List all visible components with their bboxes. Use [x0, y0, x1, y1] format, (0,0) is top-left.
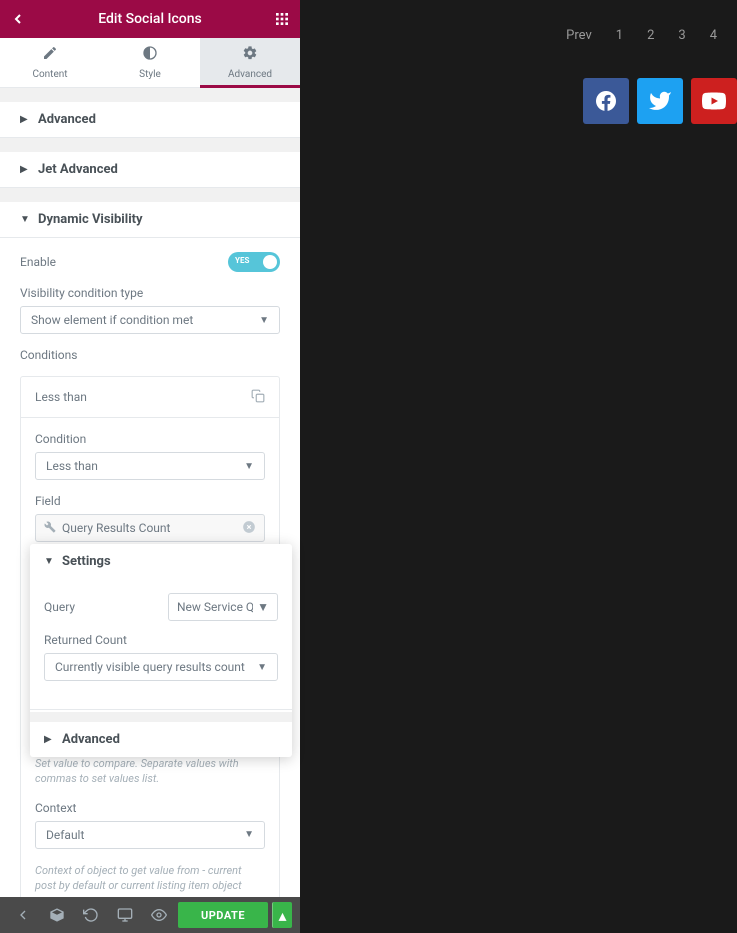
condition-select[interactable]: Less than ▼: [35, 452, 265, 480]
pagination-page[interactable]: 4: [710, 28, 717, 43]
section-dynamic-visibility[interactable]: ▼ Dynamic Visibility: [0, 202, 300, 238]
pagination-page[interactable]: 3: [678, 28, 685, 43]
chevron-down-icon: ▼: [259, 315, 269, 326]
history-icon[interactable]: [76, 901, 106, 929]
pencil-icon: [42, 45, 58, 65]
query-select[interactable]: New Service Que ▼: [168, 593, 278, 621]
copy-icon[interactable]: [251, 389, 265, 406]
dynamic-tag-popover: ▼ Settings Query New Service Que ▼ Retur…: [30, 544, 292, 757]
value-help: Set value to compare. Separate values wi…: [35, 756, 265, 787]
tab-style[interactable]: Style: [100, 38, 200, 87]
pagination-page[interactable]: 2: [647, 28, 654, 43]
enable-label: Enable: [20, 255, 56, 269]
preview-canvas: Prev 1 2 3 4 Edit: [300, 0, 737, 933]
navigator-icon[interactable]: [42, 901, 72, 929]
responsive-icon[interactable]: [110, 901, 140, 929]
contrast-icon: [142, 45, 158, 65]
tab-advanced[interactable]: Advanced: [200, 38, 300, 87]
caret-right-icon: ▶: [44, 734, 52, 745]
tab-label: Content: [32, 69, 67, 80]
preview-icon[interactable]: [144, 901, 174, 929]
pagination: Prev 1 2 3 4: [566, 28, 717, 43]
tab-content[interactable]: Content: [0, 38, 100, 87]
section-advanced[interactable]: ▶ Advanced: [0, 102, 300, 138]
caret-right-icon: ▶: [20, 164, 28, 175]
pagination-page[interactable]: 1: [616, 28, 623, 43]
context-label: Context: [35, 801, 265, 815]
context-help: Context of object to get value from - cu…: [35, 863, 265, 894]
context-select[interactable]: Default ▼: [35, 821, 265, 849]
clear-icon[interactable]: [242, 520, 256, 537]
chevron-down-icon: ▼: [257, 662, 267, 673]
returned-count-label: Returned Count: [44, 633, 278, 647]
returned-count-select[interactable]: Currently visible query results count ▼: [44, 653, 278, 681]
caret-right-icon: ▶: [20, 114, 28, 125]
editor-panel: Edit Social Icons Content Style Advanced…: [0, 0, 300, 933]
apps-icon[interactable]: [274, 11, 290, 27]
youtube-button[interactable]: [691, 78, 737, 124]
visibility-type-select[interactable]: Show element if condition met ▼: [20, 306, 280, 334]
pagination-prev[interactable]: Prev: [566, 28, 592, 43]
scroll-area[interactable]: ▶ Advanced ▶ Jet Advanced ▼ Dynamic Visi…: [0, 88, 300, 897]
update-options[interactable]: ▴: [272, 902, 292, 928]
chevron-down-icon: ▼: [257, 600, 269, 614]
facebook-button[interactable]: [583, 78, 629, 124]
query-label: Query: [44, 600, 75, 614]
panel-title: Edit Social Icons: [26, 11, 274, 27]
condition-label: Condition: [35, 432, 265, 446]
field-dynamic-tag[interactable]: Query Results Count: [35, 514, 265, 542]
gear-icon: [242, 45, 258, 65]
condition-header[interactable]: Less than: [21, 377, 279, 417]
panel-header: Edit Social Icons: [0, 0, 300, 38]
section-jet-advanced[interactable]: ▶ Jet Advanced: [0, 152, 300, 188]
enable-toggle[interactable]: YES: [228, 252, 280, 272]
back-icon[interactable]: [10, 11, 26, 27]
field-label: Field: [35, 494, 265, 508]
visibility-type-label: Visibility condition type: [20, 286, 280, 300]
chevron-down-icon: ▼: [244, 829, 254, 840]
caret-down-icon: ▼: [44, 556, 52, 567]
chevron-down-icon: ▼: [244, 461, 254, 472]
wrench-icon: [44, 521, 56, 536]
conditions-label: Conditions: [20, 348, 280, 362]
tabs: Content Style Advanced: [0, 38, 300, 88]
tab-label: Advanced: [228, 69, 272, 80]
panel-footer: UPDATE ▴: [0, 897, 300, 933]
update-button[interactable]: UPDATE: [178, 902, 268, 928]
settings-icon[interactable]: [8, 901, 38, 929]
twitter-button[interactable]: [637, 78, 683, 124]
popover-advanced-header[interactable]: ▶ Advanced: [30, 722, 292, 757]
popover-settings-header[interactable]: ▼ Settings: [30, 544, 292, 579]
caret-down-icon: ▼: [20, 214, 28, 225]
social-icons: [583, 78, 737, 124]
tab-label: Style: [139, 69, 161, 80]
